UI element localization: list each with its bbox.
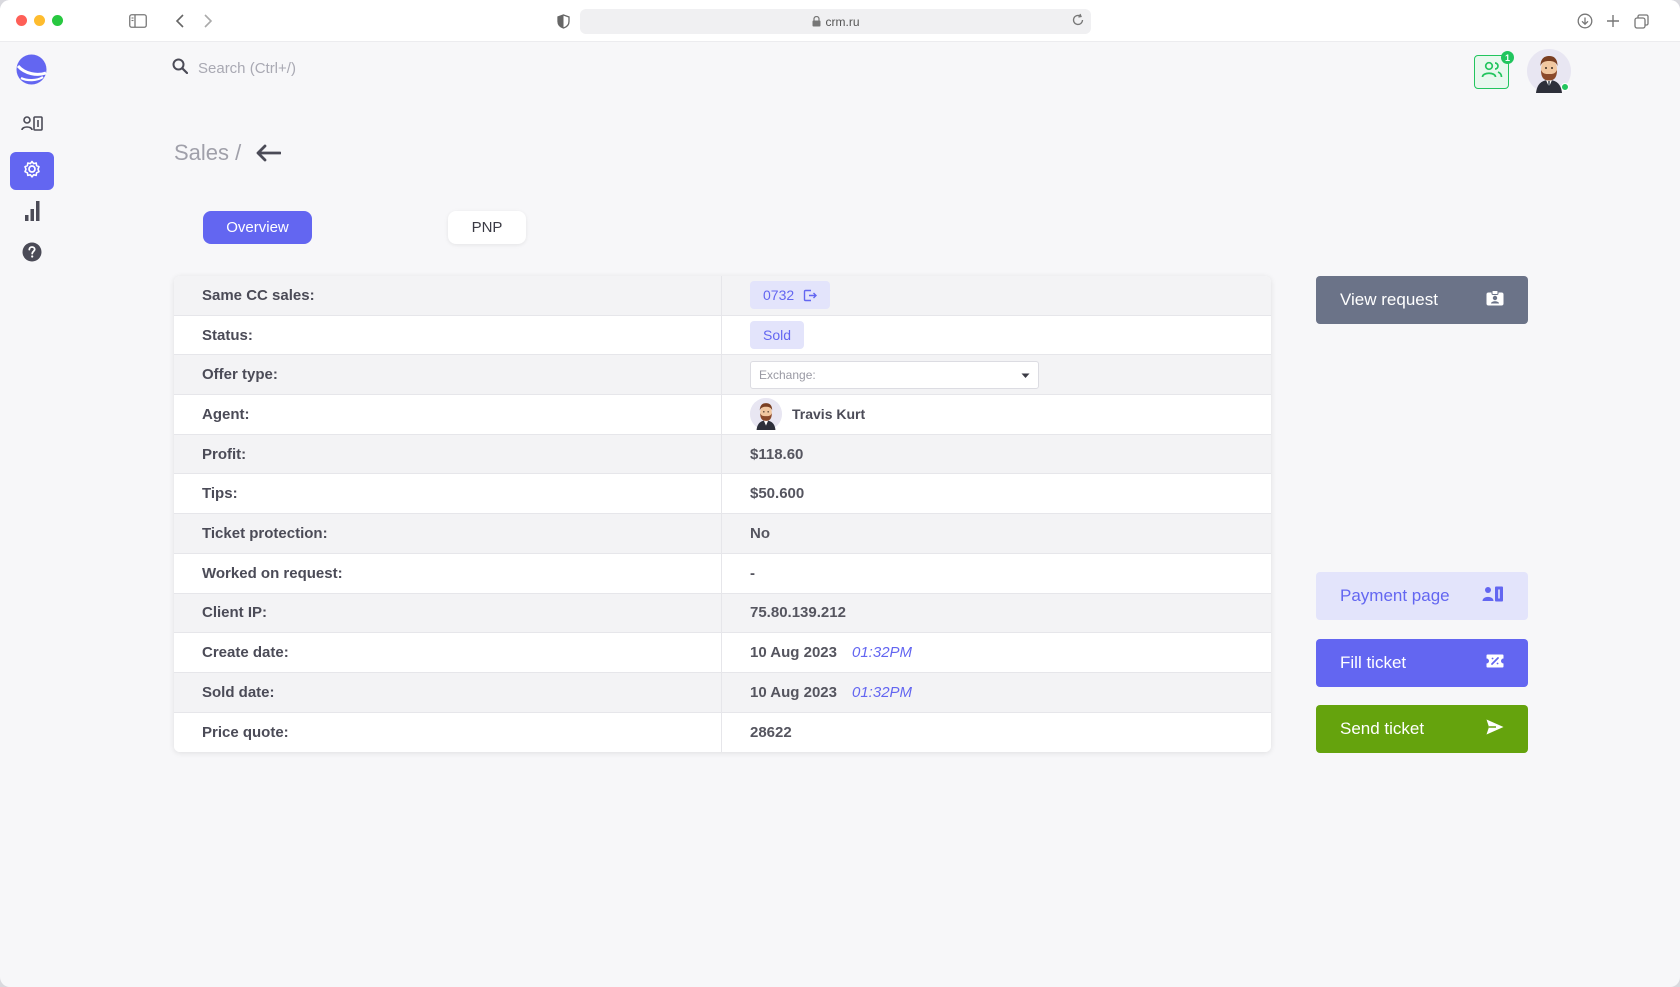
forward-icon[interactable]	[196, 9, 220, 33]
send-ticket-button[interactable]: Send ticket	[1316, 705, 1528, 753]
same-cc-value: 0732	[763, 287, 795, 304]
users-icon	[1481, 61, 1503, 84]
close-window-button[interactable]	[16, 15, 27, 26]
sold-time-value: 01:32PM	[852, 683, 913, 701]
ticket-protection-value: No	[750, 524, 770, 542]
table-row: Sold date: 10 Aug 2023 01:32PM	[174, 672, 1271, 713]
table-row: Profit: $118.60	[174, 434, 1271, 475]
breadcrumb-sales[interactable]: Sales /	[174, 140, 241, 166]
nav-settings-button[interactable]	[10, 152, 54, 190]
id-card-icon	[21, 115, 43, 138]
address-bar[interactable]: crm.ru	[580, 9, 1091, 34]
ticket-icon	[1486, 653, 1504, 673]
breadcrumb: Sales /	[174, 140, 282, 166]
tips-label: Tips:	[174, 474, 722, 514]
sale-details-table: Same CC sales: 0732 Status: Sold Offer t…	[174, 276, 1271, 753]
nav-statistics-button[interactable]	[10, 194, 54, 232]
privacy-shield-icon[interactable]	[551, 9, 575, 33]
external-link-icon	[803, 289, 818, 302]
worked-on-request-value: -	[750, 564, 755, 582]
view-request-button[interactable]: View request	[1316, 276, 1528, 324]
create-date-label: Create date:	[174, 633, 722, 672]
online-status-dot	[1561, 83, 1569, 91]
sold-date-label: Sold date:	[174, 672, 722, 712]
ticket-protection-label: Ticket protection:	[174, 514, 722, 553]
status-badge: Sold	[750, 321, 805, 350]
contact-card-icon	[1486, 289, 1504, 311]
browser-toolbar: crm.ru	[0, 0, 1680, 42]
worked-on-request-label: Worked on request:	[174, 553, 722, 593]
table-row: Create date: 10 Aug 2023 01:32PM	[174, 633, 1271, 673]
fill-ticket-label: Fill ticket	[1340, 653, 1407, 672]
back-icon[interactable]	[168, 9, 192, 33]
fill-ticket-button[interactable]: Fill ticket	[1316, 639, 1528, 687]
search-icon	[172, 58, 189, 79]
profit-label: Profit:	[174, 434, 722, 474]
table-row: Client IP: 75.80.139.212	[174, 593, 1271, 634]
table-row: Price quote: 28622	[174, 712, 1271, 753]
new-tab-icon[interactable]	[1601, 9, 1625, 33]
offer-type-select[interactable]: Exchange:	[750, 360, 1039, 389]
downloads-icon[interactable]	[1573, 9, 1597, 33]
client-ip-value: 75.80.139.212	[750, 604, 846, 622]
send-icon	[1486, 719, 1504, 740]
agent-name[interactable]: Travis Kurt	[792, 406, 865, 422]
create-date-value: 10 Aug 2023	[750, 644, 837, 662]
agent-avatar	[750, 398, 782, 431]
contacts-button[interactable]: 1	[1474, 51, 1514, 89]
tab-pnp[interactable]: PNP	[448, 211, 526, 244]
client-ip-label: Client IP:	[174, 593, 722, 633]
status-label: Status:	[174, 315, 722, 355]
notification-badge: 1	[1501, 51, 1514, 64]
offer-type-placeholder: Exchange:	[759, 367, 816, 382]
offer-type-label: Offer type:	[174, 355, 722, 395]
table-row: Offer type: Exchange:	[174, 355, 1271, 396]
agent-label: Agent:	[174, 395, 722, 434]
same-cc-link[interactable]: 0732	[750, 281, 831, 310]
send-ticket-label: Send ticket	[1340, 719, 1425, 738]
sidebar-toggle-icon[interactable]	[126, 9, 150, 33]
app-window: crm.ru Search (Ctrl+/) 1 Sales / Overvie…	[0, 0, 1680, 987]
table-row: Same CC sales: 0732	[174, 276, 1271, 316]
same-cc-label: Same CC sales:	[174, 276, 722, 315]
reload-icon[interactable]	[1071, 13, 1085, 30]
payment-page-label: Payment page	[1340, 586, 1450, 605]
lock-icon	[812, 16, 821, 27]
back-arrow-icon[interactable]	[255, 144, 282, 162]
maximize-window-button[interactable]	[52, 15, 63, 26]
minimize-window-button[interactable]	[34, 15, 45, 26]
nav-help-button[interactable]	[10, 235, 54, 273]
profit-value: $118.60	[750, 445, 804, 463]
table-row: Tips: $50.600	[174, 474, 1271, 515]
bar-chart-icon	[24, 200, 40, 227]
id-card-icon	[1482, 585, 1504, 608]
url-text: crm.ru	[825, 14, 860, 29]
table-row: Worked on request: -	[174, 553, 1271, 594]
sold-date-value: 10 Aug 2023	[750, 683, 837, 701]
table-row: Agent: Travis Kurt	[174, 395, 1271, 435]
table-row: Ticket protection: No	[174, 514, 1271, 554]
chevron-down-icon	[1021, 368, 1030, 382]
help-icon	[22, 242, 42, 267]
brand-logo[interactable]	[15, 53, 48, 86]
create-time-value: 01:32PM	[852, 644, 913, 662]
tips-value: $50.600	[750, 485, 805, 503]
price-quote-value: 28622	[750, 723, 792, 741]
table-row: Status: Sold	[174, 315, 1271, 356]
tab-overview-icon[interactable]	[1629, 9, 1653, 33]
user-avatar[interactable]	[1527, 49, 1571, 93]
gear-icon	[22, 159, 42, 184]
nav-contacts-button[interactable]	[10, 107, 54, 145]
search-bar	[172, 58, 498, 79]
price-quote-label: Price quote:	[174, 712, 722, 753]
payment-page-button[interactable]: Payment page	[1316, 572, 1528, 620]
view-request-label: View request	[1340, 290, 1438, 309]
search-input[interactable]	[198, 60, 498, 77]
tab-overview[interactable]: Overview	[203, 211, 312, 244]
